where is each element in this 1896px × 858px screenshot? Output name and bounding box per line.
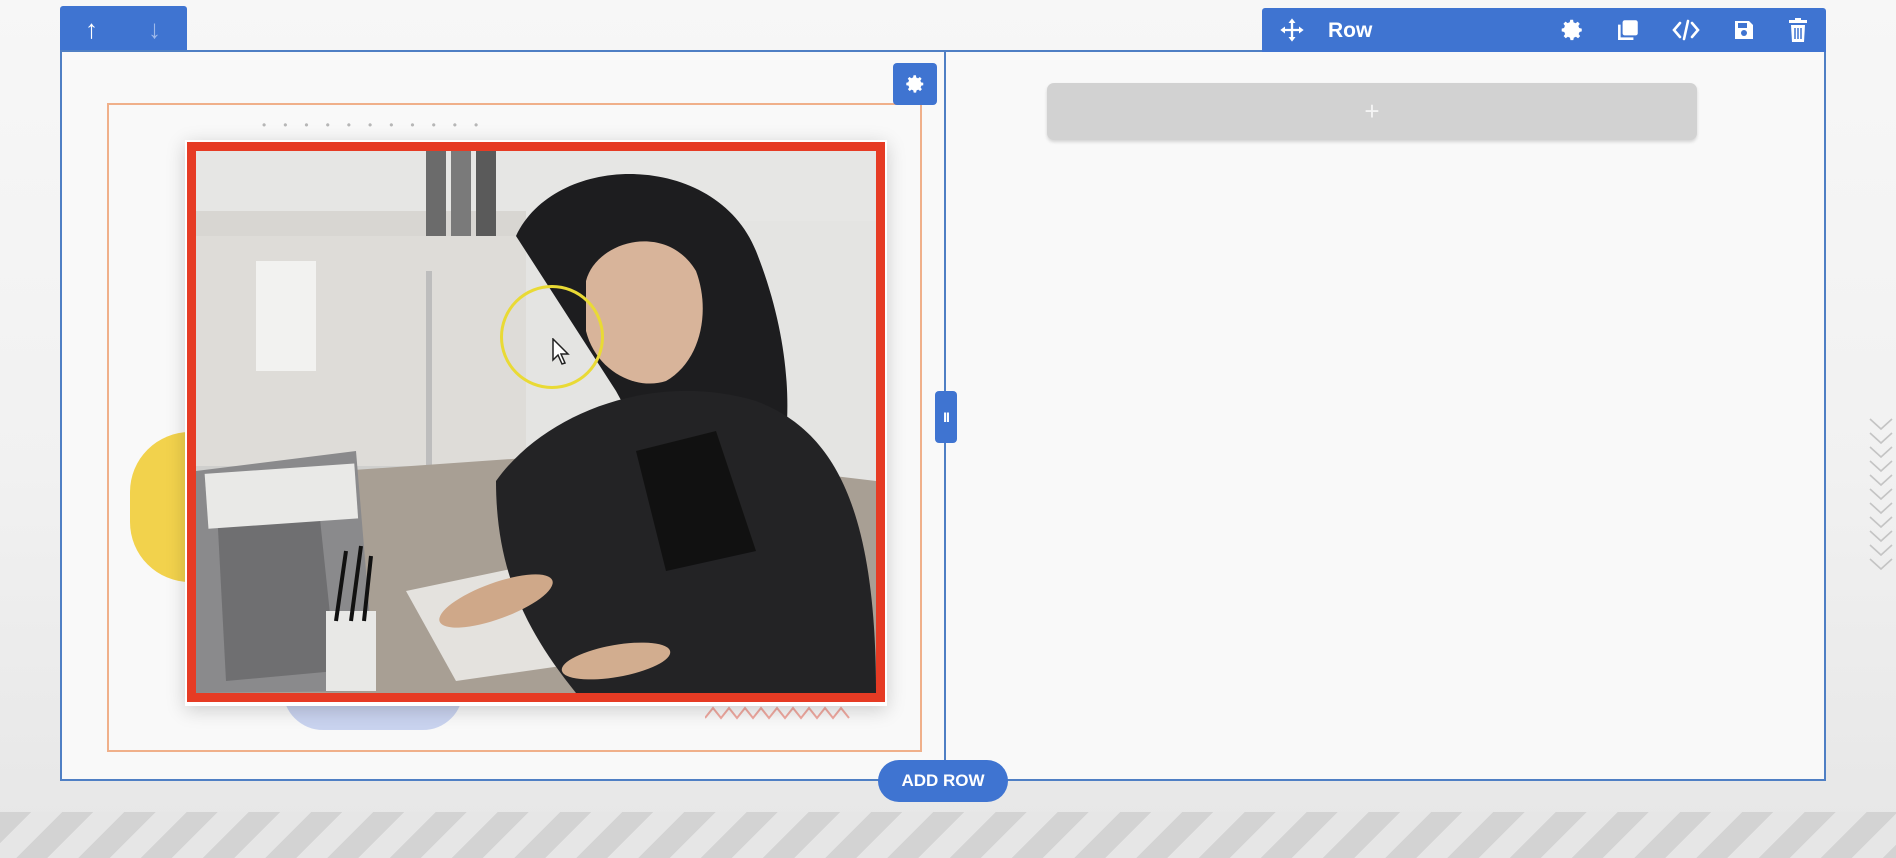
mouse-cursor-icon — [552, 338, 570, 365]
settings-icon — [906, 75, 924, 93]
save-icon[interactable] — [1730, 16, 1758, 44]
code-icon[interactable] — [1672, 16, 1700, 44]
footer-stripes — [0, 812, 1896, 858]
move-up-icon[interactable]: ↑ — [60, 6, 123, 52]
decorative-dots: ••••••••••• — [262, 118, 496, 132]
move-icon[interactable] — [1278, 16, 1306, 44]
office-photo — [196, 151, 876, 693]
cursor-highlight — [500, 285, 604, 389]
add-row-button[interactable]: ADD ROW — [878, 760, 1008, 802]
row-move-tab: ↑ ↓ — [60, 6, 187, 52]
header-partial-text — [450, 0, 1400, 2]
row-label: Row — [1328, 19, 1373, 42]
delete-icon[interactable] — [1784, 16, 1812, 44]
move-down-icon[interactable]: ↓ — [123, 6, 186, 52]
duplicate-icon[interactable] — [1614, 16, 1642, 44]
image-module[interactable] — [185, 140, 887, 706]
column-settings-button[interactable] — [893, 63, 937, 105]
row-toolbar: Row — [1262, 8, 1826, 52]
selected-image[interactable] — [187, 142, 885, 702]
decorative-zigzag — [705, 706, 850, 720]
settings-icon[interactable] — [1558, 16, 1586, 44]
decorative-chevrons — [1869, 418, 1893, 571]
column-resize-handle[interactable]: II — [935, 391, 957, 443]
add-module-button[interactable]: + — [1047, 83, 1697, 140]
